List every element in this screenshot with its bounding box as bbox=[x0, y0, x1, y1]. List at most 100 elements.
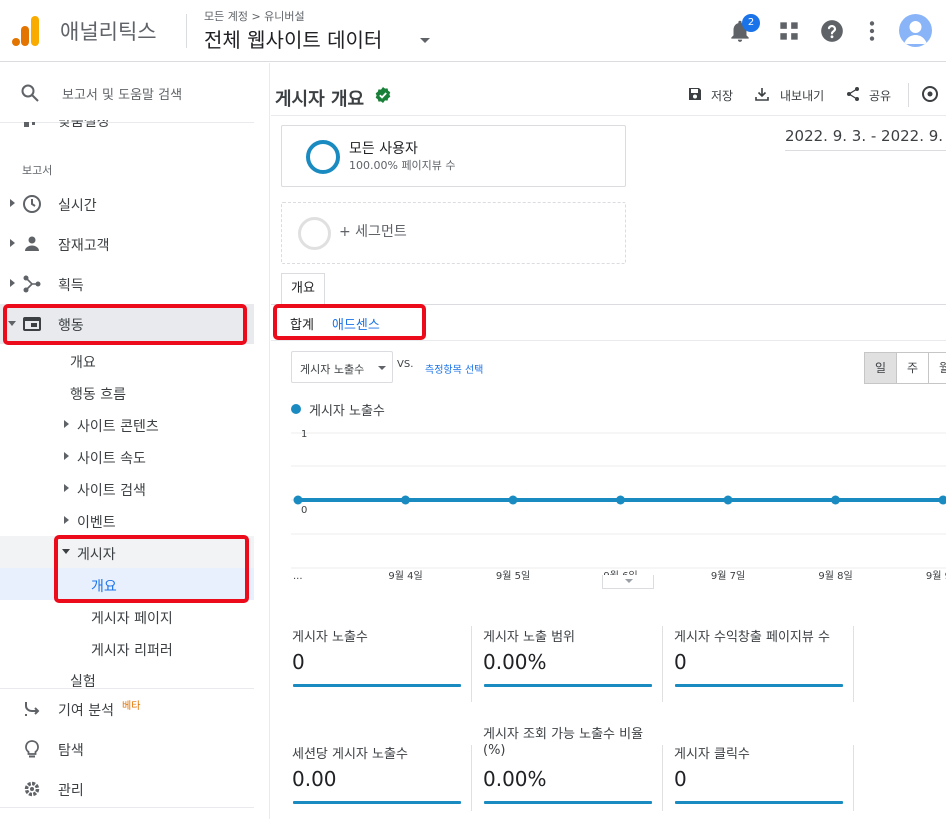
behavior-icon bbox=[23, 317, 41, 331]
clock-icon bbox=[23, 195, 41, 213]
collapse-arrow-icon[interactable] bbox=[62, 549, 70, 554]
sidebar-subitem-site-search[interactable]: 사이트 검색 bbox=[77, 480, 146, 500]
segment-all-users[interactable]: 모든 사용자 100.00% 페이지뷰 수 bbox=[281, 125, 626, 187]
avatar[interactable] bbox=[899, 14, 932, 47]
sidebar-subitem-publisher-pages[interactable]: 게시자 페이지 bbox=[91, 608, 173, 628]
expand-arrow-icon[interactable] bbox=[64, 516, 69, 524]
expand-arrow-icon[interactable] bbox=[64, 452, 69, 460]
segment-placeholder-icon bbox=[298, 217, 331, 250]
x-tick-label: ... bbox=[293, 571, 303, 582]
apps-grid-icon[interactable] bbox=[776, 18, 802, 44]
data-point[interactable] bbox=[831, 495, 840, 505]
kpi-value: 0 bbox=[292, 650, 305, 674]
sidebar-item-audience[interactable]: 잠재고객 bbox=[0, 224, 254, 264]
search-icon[interactable] bbox=[20, 83, 40, 103]
data-point[interactable] bbox=[616, 495, 625, 505]
kpi-label: 게시자 노출 범위 bbox=[483, 630, 575, 645]
data-point[interactable] bbox=[938, 495, 946, 505]
kpi-impressions-per-session[interactable]: 세션당 게시자 노출수 0.00 bbox=[292, 743, 472, 813]
data-point[interactable] bbox=[723, 495, 733, 505]
line-chart: 10...9월 4일9월 5일9월 6일9월 7일9월 8일9월 9일 bbox=[291, 429, 946, 582]
expand-arrow-icon[interactable] bbox=[64, 420, 69, 428]
notification-badge[interactable]: 2 bbox=[742, 14, 760, 32]
select-metric-link[interactable]: 측정항목 선택 bbox=[425, 361, 483, 376]
sidebar-item-admin[interactable]: 관리 bbox=[0, 769, 254, 809]
subtab-total[interactable]: 합계 bbox=[290, 314, 314, 333]
sidebar-subitem-events[interactable]: 이벤트 bbox=[77, 512, 116, 532]
sidebar-subitem-behavior-flow[interactable]: 행동 흐름 bbox=[70, 384, 126, 404]
download-icon bbox=[755, 88, 769, 101]
sidebar-item-realtime[interactable]: 실시간 bbox=[0, 184, 254, 224]
share-label: 공유 bbox=[869, 89, 892, 103]
save-button[interactable]: 저장 bbox=[687, 85, 737, 105]
legend-label: 게시자 노출수 bbox=[309, 404, 385, 419]
sidebar-subitem-publisher[interactable]: 게시자 bbox=[0, 536, 254, 568]
help-icon[interactable] bbox=[819, 18, 845, 44]
sidebar-subitem-overview[interactable]: 개요 bbox=[70, 352, 96, 372]
x-tick-label: 9월 8일 bbox=[818, 570, 852, 582]
tab-overview[interactable]: 개요 bbox=[281, 273, 325, 304]
main-content: 게시자 개요 저장 내보내기 공유 모든 사용자 100.00% 페이지뷰 수 … bbox=[271, 63, 946, 819]
sidebar-item-attribution[interactable]: 기여 분석 베타 bbox=[0, 689, 254, 729]
kpi-value: 0 bbox=[674, 650, 687, 674]
sidebar-subitem-publisher-referrers[interactable]: 게시자 리퍼러 bbox=[91, 640, 173, 660]
attribution-icon bbox=[25, 702, 40, 716]
period-day-button[interactable]: 일 bbox=[864, 352, 897, 384]
sidebar-item-experiments[interactable]: 실험 bbox=[0, 668, 254, 688]
share-button[interactable]: 공유 bbox=[845, 85, 897, 105]
chevron-down-icon[interactable] bbox=[420, 38, 430, 43]
x-tick-label: 9월 4일 bbox=[388, 570, 422, 582]
sidebar-item-customization[interactable]: 맞춤설정 bbox=[0, 120, 254, 132]
top-header: 애널리틱스 모든 계정 > 유니버설 전체 웹사이트 데이터 2 bbox=[0, 0, 946, 62]
kpi-sparkline bbox=[484, 801, 652, 804]
sidebar-subitem-site-content[interactable]: 사이트 콘텐츠 bbox=[77, 416, 159, 436]
person-icon bbox=[25, 236, 39, 251]
insights-icon[interactable] bbox=[921, 85, 939, 103]
kpi-label: 게시자 클릭수 bbox=[674, 747, 750, 762]
view-selector[interactable]: 전체 웹사이트 데이터 bbox=[204, 24, 382, 53]
kpi-publisher-clicks[interactable]: 게시자 클릭수 0 bbox=[674, 743, 854, 813]
kpi-sparkline bbox=[484, 684, 652, 687]
data-point[interactable] bbox=[508, 495, 518, 505]
search-label[interactable]: 보고서 및 도움말 검색 bbox=[62, 84, 182, 103]
more-vert-icon[interactable] bbox=[859, 18, 885, 44]
subtab-adsense[interactable]: 애드센스 bbox=[332, 314, 380, 333]
product-name: 애널리틱스 bbox=[60, 20, 157, 44]
sidebar-divider bbox=[0, 807, 254, 808]
kpi-divider bbox=[853, 626, 854, 702]
sidebar-item-label: 잠재고객 bbox=[58, 238, 110, 254]
kpi-publisher-coverage[interactable]: 게시자 노출 범위 0.00% bbox=[483, 626, 663, 696]
breadcrumb[interactable]: 모든 계정 > 유니버설 bbox=[204, 8, 305, 24]
expand-arrow-icon[interactable] bbox=[10, 279, 15, 287]
sidebar-item-explore[interactable]: 탐색 bbox=[0, 729, 254, 769]
expand-arrow-icon[interactable] bbox=[10, 199, 15, 207]
metric-select-value: 게시자 노출수 bbox=[300, 363, 365, 376]
date-range-picker[interactable]: 2022. 9. 3. - 2022. 9. 9 bbox=[785, 125, 946, 151]
chevron-down-icon bbox=[378, 366, 386, 370]
sidebar-item-acquisition[interactable]: 획득 bbox=[0, 264, 254, 304]
sidebar-item-label: 맞춤설정 bbox=[58, 120, 110, 130]
kpi-publisher-impressions[interactable]: 게시자 노출수 0 bbox=[292, 626, 472, 696]
sidebar-subitem-label: 개요 bbox=[91, 579, 117, 595]
period-week-button[interactable]: 주 bbox=[896, 352, 929, 384]
data-point[interactable] bbox=[293, 495, 303, 505]
lightbulb-icon bbox=[25, 740, 39, 758]
legend-swatch bbox=[291, 404, 301, 414]
data-point[interactable] bbox=[401, 495, 410, 505]
period-month-button[interactable]: 월 bbox=[928, 352, 946, 384]
expand-arrow-icon[interactable] bbox=[64, 484, 69, 492]
add-segment-button[interactable]: + 세그먼트 bbox=[281, 202, 626, 264]
kpi-publisher-monetized-pageviews[interactable]: 게시자 수익창출 페이지뷰 수 0 bbox=[674, 626, 854, 696]
collapse-arrow-icon[interactable] bbox=[8, 321, 16, 326]
kpi-sparkline bbox=[293, 801, 461, 804]
export-button[interactable]: 내보내기 bbox=[754, 85, 826, 105]
sidebar-subitem-site-speed[interactable]: 사이트 속도 bbox=[77, 448, 146, 468]
sidebar-search[interactable]: 보고서 및 도움말 검색 bbox=[0, 63, 254, 123]
chart-expand-handle[interactable] bbox=[602, 575, 654, 589]
sidebar-subitem-publisher-overview[interactable]: 개요 bbox=[0, 568, 254, 600]
metric-select[interactable]: 게시자 노출수 bbox=[291, 351, 393, 383]
sidebar-item-behavior[interactable]: 행동 bbox=[0, 304, 254, 344]
acquisition-icon bbox=[23, 275, 41, 293]
expand-arrow-icon[interactable] bbox=[10, 239, 15, 247]
kpi-viewable-impressions-ratio[interactable]: 게시자 조회 가능 노출수 비율 (%) 0.00% bbox=[483, 727, 663, 813]
